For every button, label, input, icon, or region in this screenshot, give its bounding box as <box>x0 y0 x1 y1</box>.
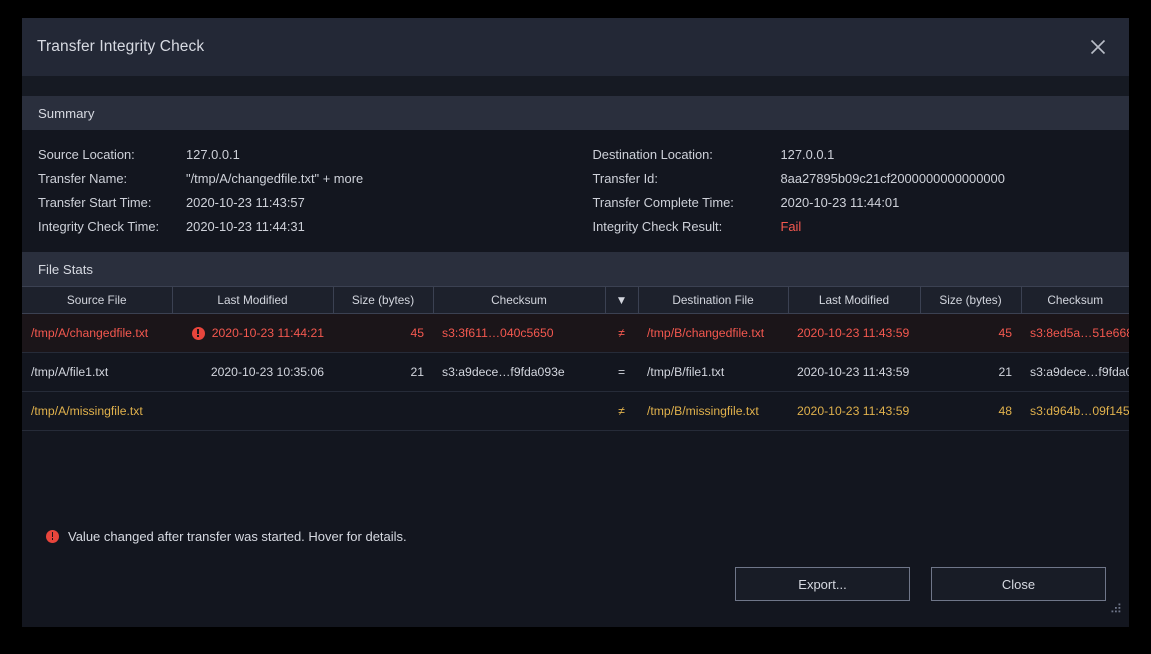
integrity-check-time-value: 2020-10-23 11:44:31 <box>186 218 305 234</box>
file-stats-section-header: File Stats <box>22 252 1129 286</box>
summary-row: Integrity Check Time: 2020-10-23 11:44:3… <box>38 214 576 238</box>
column-header-destination-file[interactable]: Destination File <box>638 286 789 314</box>
table-empty-area <box>22 431 1129 513</box>
summary-left-column: Source Location: 127.0.0.1 Transfer Name… <box>22 142 576 238</box>
cell-destination-size: 45 <box>920 313 1021 353</box>
source-location-label: Source Location: <box>38 146 135 162</box>
column-header-source-file[interactable]: Source File <box>22 286 173 314</box>
cell-destination-last-modified: 2020-10-23 11:43:59 <box>788 352 920 392</box>
cell-source-size: 21 <box>333 352 433 392</box>
export-button[interactable]: Export... <box>735 567 910 601</box>
cell-destination-file: /tmp/B/missingfile.txt <box>638 391 788 431</box>
warning-icon[interactable] <box>191 326 205 340</box>
destination-location-value: 127.0.0.1 <box>780 146 835 162</box>
close-button[interactable]: Close <box>931 567 1106 601</box>
cell-source-checksum <box>433 391 605 431</box>
resize-grip-icon[interactable] <box>1109 603 1122 621</box>
summary-row: Integrity Check Result: Fail <box>593 214 1130 238</box>
integrity-check-time-label: Integrity Check Time: <box>38 218 160 234</box>
warning-icon <box>46 529 59 543</box>
legend-bar: Value changed after transfer was started… <box>22 513 1129 559</box>
summary-section-header: Summary <box>22 96 1129 130</box>
summary-row: Transfer Name: "/tmp/A/changedfile.txt" … <box>38 166 576 190</box>
summary-row: Transfer Complete Time: 2020-10-23 11:44… <box>593 190 1130 214</box>
cell-source-last-modified-text: 2020-10-23 11:44:21 <box>211 326 324 340</box>
column-header-destination-size[interactable]: Size (bytes) <box>920 286 1022 314</box>
cell-source-file: /tmp/A/missingfile.txt <box>22 391 172 431</box>
cell-source-last-modified <box>172 391 333 431</box>
summary-row: Source Location: 127.0.0.1 <box>38 142 576 166</box>
cell-destination-last-modified: 2020-10-23 11:43:59 <box>788 313 920 353</box>
cell-destination-checksum: s3:8ed5a…51e668e6 <box>1021 313 1129 353</box>
file-stats-heading-label: File Stats <box>38 261 93 277</box>
summary-row: Transfer Id: 8aa27895b09c21cf20000000000… <box>593 166 1130 190</box>
dialog-actions: Export... Close <box>22 559 1129 601</box>
transfer-name-value: "/tmp/A/changedfile.txt" + more <box>186 170 364 186</box>
transfer-start-time-value: 2020-10-23 11:43:57 <box>186 194 305 210</box>
cell-destination-last-modified: 2020-10-23 11:43:59 <box>788 391 920 431</box>
column-header-destination-checksum[interactable]: Checksum <box>1021 286 1129 314</box>
summary-row: Transfer Start Time: 2020-10-23 11:43:57 <box>38 190 576 214</box>
source-location-value: 127.0.0.1 <box>186 146 240 162</box>
cell-source-file: /tmp/A/file1.txt <box>22 352 172 392</box>
file-stats-table-container: Source File Last Modified Size (bytes) C… <box>22 286 1129 513</box>
transfer-name-label: Transfer Name: <box>38 170 128 186</box>
table-row[interactable]: /tmp/A/missingfile.txt ≠ /tmp/B/missingf… <box>22 391 1129 431</box>
column-header-source-last-modified[interactable]: Last Modified <box>172 286 334 314</box>
column-header-sort-indicator[interactable]: ▼ <box>605 286 639 314</box>
legend-text: Value changed after transfer was started… <box>68 528 407 544</box>
column-header-source-checksum[interactable]: Checksum <box>433 286 606 314</box>
file-stats-table: Source File Last Modified Size (bytes) C… <box>22 286 1129 431</box>
cell-comparator: ≠ <box>605 391 638 431</box>
summary-heading-label: Summary <box>38 105 95 121</box>
integrity-check-result-value: Fail <box>780 218 802 234</box>
cell-source-size <box>333 391 433 431</box>
cell-source-last-modified: 2020-10-23 11:44:21 <box>172 313 333 353</box>
cell-destination-file: /tmp/B/file1.txt <box>638 352 788 392</box>
cell-destination-checksum: s3:a9dece…f9fda093e <box>1021 352 1129 392</box>
transfer-id-value: 8aa27895b09c21cf2000000000000000 <box>780 170 1005 186</box>
close-dialog-button[interactable] <box>1081 30 1115 64</box>
column-header-source-size[interactable]: Size (bytes) <box>333 286 434 314</box>
dialog-title: Transfer Integrity Check <box>37 38 205 55</box>
table-row[interactable]: /tmp/A/file1.txt 2020-10-23 10:35:06 21 … <box>22 352 1129 392</box>
table-header-row: Source File Last Modified Size (bytes) C… <box>22 286 1129 314</box>
close-icon <box>1089 38 1107 56</box>
cell-comparator: ≠ <box>605 313 638 353</box>
transfer-start-time-label: Transfer Start Time: <box>38 194 152 210</box>
transfer-complete-time-value: 2020-10-23 11:44:01 <box>780 194 900 210</box>
cell-source-checksum: s3:3f611…040c5650 <box>433 313 605 353</box>
transfer-id-label: Transfer Id: <box>592 170 658 186</box>
transfer-complete-time-label: Transfer Complete Time: <box>592 194 734 210</box>
cell-destination-size: 48 <box>920 391 1021 431</box>
cell-destination-size: 21 <box>920 352 1021 392</box>
dialog-footer-strip <box>22 601 1129 627</box>
summary-panel: Source Location: 127.0.0.1 Transfer Name… <box>22 130 1129 252</box>
cell-source-last-modified: 2020-10-23 10:35:06 <box>172 352 333 392</box>
cell-source-file: /tmp/A/changedfile.txt <box>22 313 172 353</box>
summary-right-column: Destination Location: 127.0.0.1 Transfer… <box>576 142 1130 238</box>
destination-location-label: Destination Location: <box>592 146 713 162</box>
cell-source-checksum: s3:a9dece…f9fda093e <box>433 352 605 392</box>
cell-destination-checksum: s3:d964b…09f145ac <box>1021 391 1129 431</box>
cell-comparator: = <box>605 352 638 392</box>
summary-row: Destination Location: 127.0.0.1 <box>593 142 1130 166</box>
dialog-titlebar: Transfer Integrity Check <box>22 18 1129 76</box>
cell-source-size: 45 <box>333 313 433 353</box>
transfer-integrity-dialog: Transfer Integrity Check Summary Source … <box>22 18 1129 627</box>
cell-destination-file: /tmp/B/changedfile.txt <box>638 313 788 353</box>
table-row[interactable]: /tmp/A/changedfile.txt 2020-10-23 11:44:… <box>22 313 1129 353</box>
integrity-check-result-label: Integrity Check Result: <box>592 218 723 234</box>
column-header-destination-last-modified[interactable]: Last Modified <box>788 286 921 314</box>
